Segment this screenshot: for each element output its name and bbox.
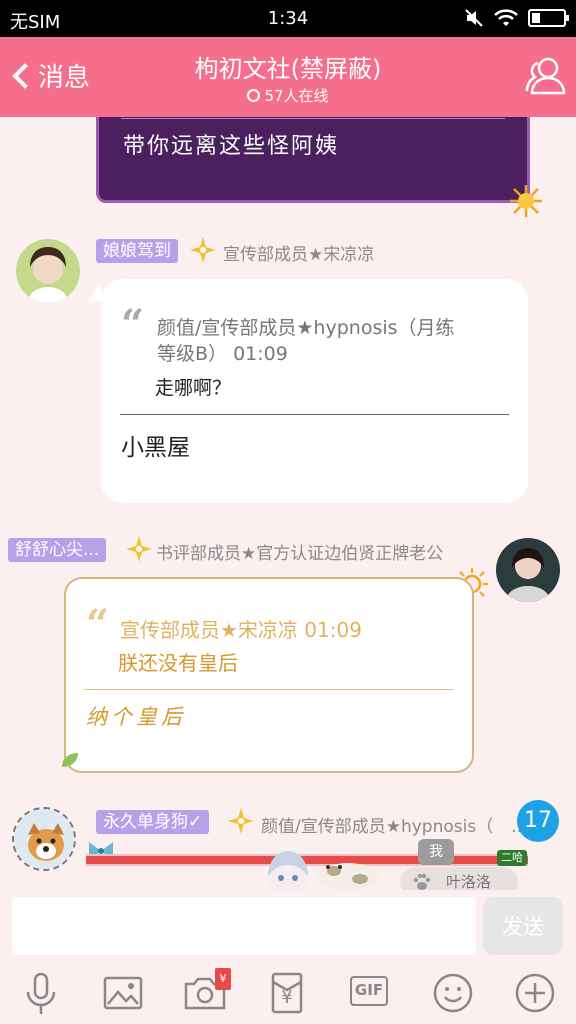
input-toolbar: ¥ ¥ GIF [0,960,576,1024]
add-icon[interactable] [510,968,560,1018]
chat-area[interactable]: 带你远离这些怪阿姨 娘娘驾到 宣传部成员★宋凉凉 “ 颜值/宣传部成员★hypn… [0,117,576,890]
message-bubble[interactable]: “ 颜值/宣传部成员★hypnosis（月练 等级B） 01:09 走哪啊？ 小… [101,279,528,503]
avatar[interactable] [16,239,80,303]
avatar[interactable] [496,538,560,602]
wifi-icon [494,9,518,26]
message-text: 纳个皇后 [86,705,186,729]
user-chip-label: 叶洛洛 [446,873,492,890]
quote-icon: “ [121,301,145,348]
gif-label: GIF [354,981,384,999]
message-input[interactable] [12,897,476,955]
online-label: 57人在线 [264,87,329,105]
red-packet-symbol: ¥ [281,987,293,1008]
send-button[interactable]: 发送 [483,897,563,955]
message-bubble[interactable]: “ 宣传部成员★宋凉凉 01:09 朕还没有皇后 纳个皇后 [62,577,474,773]
message-text: 小黑屋 [121,435,190,461]
member-badge: 娘娘驾到 [96,239,178,263]
status-bar: 无SIM 1:34 [0,0,576,37]
rank-star-icon [228,808,254,834]
me-tag: 我 [418,839,454,865]
divider [84,689,454,690]
quote-text: 走哪啊？ [155,377,232,399]
sender-name: 颜值/宣传部成员★hypnosis（... [261,817,527,837]
rank-star-icon [126,536,152,562]
divider [120,414,509,415]
quote-text: 朕还没有皇后 [118,651,238,675]
composer: 发送 [0,890,576,960]
group-members-icon[interactable] [524,53,568,97]
page-title: 枸初文社(禁屏蔽) [194,55,382,83]
emoji-icon[interactable] [428,968,478,1018]
image-icon[interactable] [98,968,148,1018]
sun-decoration-icon [510,185,542,217]
avatar[interactable] [12,807,76,871]
rank-star-icon [190,237,216,263]
clock-icon [247,89,261,102]
nav-bar: 消息 枸初文社(禁屏蔽) 57人在线 [0,37,576,117]
cat-sticker-icon [318,863,378,890]
quote-header: 颜值/宣传部成员★hypnosis（月练 等级B） 01:09 [157,317,455,365]
message-bubble[interactable]: 带你远离这些怪阿姨 [96,117,530,203]
quote-icon: “ [86,601,110,648]
red-dot-badge: ¥ [215,968,231,990]
anime-girl-sticker-icon [268,851,308,890]
banner-tag: 二哈 [497,850,527,866]
user-chip[interactable]: 叶洛洛 [400,867,518,890]
battery-icon [528,9,569,27]
gif-button[interactable]: GIF [350,976,388,1006]
paw-icon [413,873,431,890]
sender-name: 宣传部成员★宋凉凉 [223,245,375,265]
online-count: 57人在线 [0,85,576,106]
microphone-icon[interactable] [16,968,66,1018]
member-badge: 舒舒心尖... [8,538,107,562]
status-icons [464,8,569,28]
member-badge: 永久单身狗✓ [96,810,210,834]
unread-count-badge[interactable]: 17 [517,800,559,842]
quote-header: 宣传部成员★宋凉凉 01:09 [120,618,362,642]
mute-icon [465,9,483,27]
sender-name: 书评部成员★官方认证边伯贤正牌老公 [156,544,444,564]
leaf-decoration-icon [62,753,78,767]
message-text: 带你远离这些怪阿姨 [123,134,340,159]
